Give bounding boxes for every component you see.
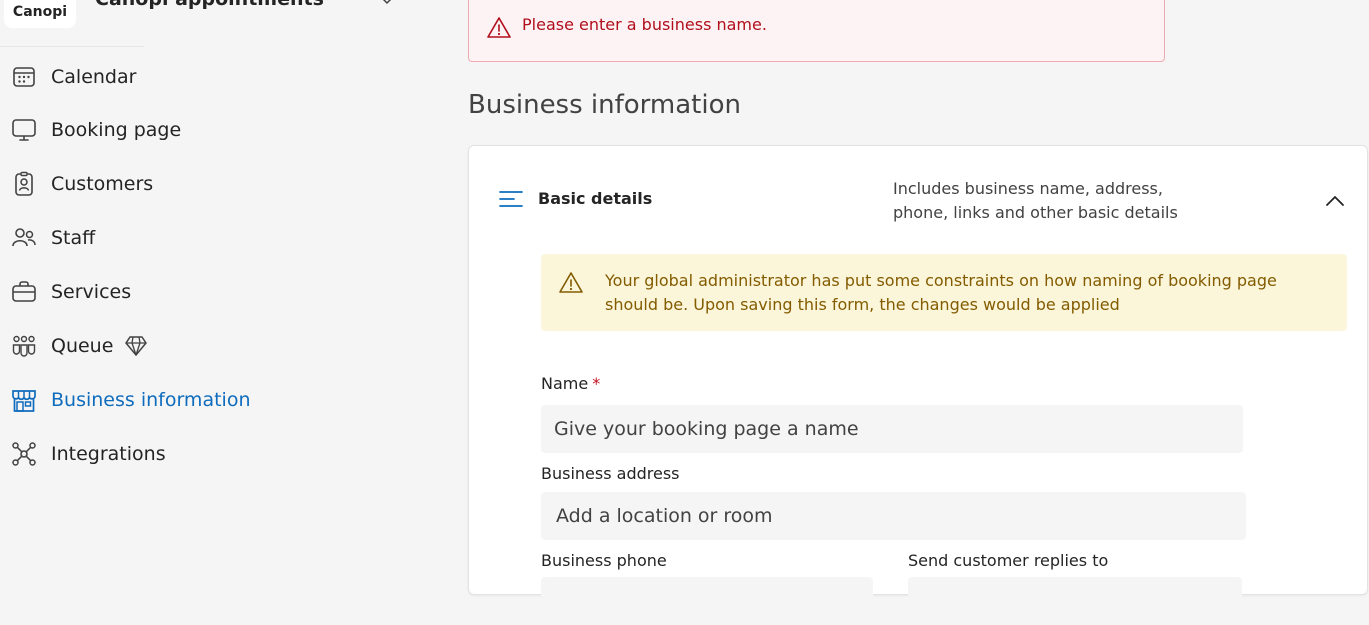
sidebar-item-label: Customers (51, 173, 154, 195)
required-mark: * (592, 374, 601, 393)
sidebar-item-calendar[interactable]: Calendar (0, 55, 300, 99)
warning-icon (559, 272, 583, 293)
app-title[interactable]: Canopi appointments (95, 0, 324, 10)
error-message: Please enter a business name. (522, 15, 767, 34)
sidebar-item-booking-page[interactable]: Booking page (0, 108, 300, 152)
error-banner: Please enter a business name. (468, 0, 1165, 62)
sidebar-item-staff[interactable]: Staff (0, 216, 300, 260)
text-align-left-icon (499, 191, 523, 207)
business-address-label: Business address (541, 464, 680, 483)
contact-card-icon (11, 171, 37, 197)
calendar-icon (11, 64, 37, 90)
sidebar-item-label: Booking page (51, 119, 182, 141)
name-label: Name * (541, 374, 600, 393)
warning-message: Your global administrator has put some c… (605, 271, 1277, 314)
sidebar-item-services[interactable]: Services (0, 270, 300, 314)
sidebar-item-integrations[interactable]: Integrations (0, 432, 300, 476)
storefront-icon (11, 387, 37, 413)
sidebar-item-label: Queue (51, 335, 114, 357)
sidebar-item-label: Integrations (51, 443, 166, 465)
sidebar-item-label: Calendar (51, 66, 137, 88)
page-title: Business information (468, 90, 741, 120)
warning-banner: Your global administrator has put some c… (541, 254, 1347, 331)
briefcase-icon (11, 279, 37, 305)
sidebar: Canopi Canopi appointments Calendar Book… (0, 0, 440, 579)
monitor-icon (11, 117, 37, 143)
sidebar-item-label: Staff (51, 227, 96, 249)
send-customer-replies-input[interactable] (908, 577, 1242, 625)
people-queue-icon (11, 333, 37, 359)
name-label-text: Name (541, 374, 589, 393)
basic-details-card: Basic details Includes business name, ad… (468, 145, 1368, 625)
warning-icon (487, 17, 511, 38)
basic-details-title[interactable]: Basic details (538, 189, 652, 208)
business-address-input[interactable] (541, 492, 1246, 540)
chevron-down-icon[interactable] (380, 0, 394, 8)
chevron-up-icon[interactable] (1322, 188, 1348, 214)
people-icon (11, 225, 37, 251)
name-input[interactable] (541, 405, 1243, 453)
basic-details-description: Includes business name, address, phone, … (893, 179, 1178, 222)
business-phone-label: Business phone (541, 551, 667, 570)
sidebar-item-customers[interactable]: Customers (0, 162, 300, 206)
app-logo: Canopi (4, 0, 76, 28)
sidebar-item-label: Services (51, 281, 132, 303)
sidebar-item-business-information[interactable]: Business information (0, 378, 300, 422)
sidebar-divider (0, 46, 144, 47)
sidebar-item-queue[interactable]: Queue (0, 324, 300, 368)
app-logo-text: Canopi (12, 4, 68, 20)
business-phone-input[interactable] (541, 577, 873, 625)
sidebar-item-label: Business information (51, 389, 251, 411)
send-customer-replies-label: Send customer replies to (908, 551, 1109, 570)
connections-icon (11, 441, 37, 467)
premium-diamond-icon (125, 336, 147, 356)
